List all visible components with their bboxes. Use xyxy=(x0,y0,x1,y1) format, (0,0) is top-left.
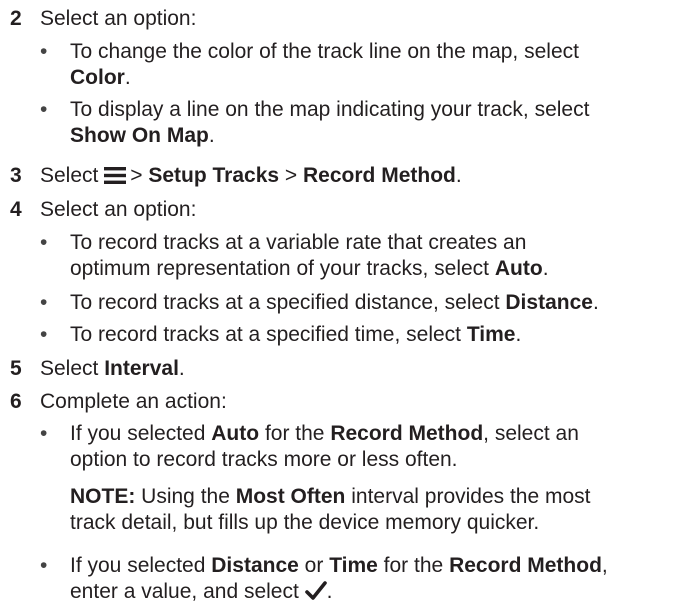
bullet-show-on-map: • To display a line on the map indicatin… xyxy=(40,97,685,149)
bullet-dot: • xyxy=(40,98,48,121)
bullet-line: To record tracks at a specified distance… xyxy=(70,291,500,314)
step-number: 2 xyxy=(10,7,22,30)
step-number: 6 xyxy=(10,390,22,413)
note-text: interval provides the most xyxy=(351,485,591,508)
bullet-dot: • xyxy=(40,422,48,445)
bold-term: Distance xyxy=(211,554,299,577)
bullet-distance: • To record tracks at a specified distan… xyxy=(40,290,685,316)
bold-term: Show On Map xyxy=(70,124,209,147)
bold-term: Record Method xyxy=(330,422,484,445)
punct: . xyxy=(542,257,549,280)
menu-icon xyxy=(104,167,127,184)
bullet-line: To display a line on the map indicating … xyxy=(70,98,590,121)
bold-term: Distance xyxy=(505,291,593,314)
punct: . xyxy=(208,124,215,147)
bold-term: Record Method xyxy=(449,554,602,577)
bullet-line: To record tracks at a variable rate that… xyxy=(70,231,527,254)
bullet-text: If you selected xyxy=(70,554,206,577)
step-text: Select an option: xyxy=(40,7,197,30)
bullet-text: If you selected xyxy=(70,422,206,445)
bold-term: Time xyxy=(329,554,378,577)
bold-term: Auto xyxy=(494,257,543,280)
bold-term: Color xyxy=(70,66,125,89)
bullet-text: or xyxy=(304,554,324,577)
bullet-dot: • xyxy=(40,40,48,63)
bullet-line: To change the color of the track line on… xyxy=(70,40,579,63)
bullet-dot: • xyxy=(40,291,48,314)
step-number: 4 xyxy=(10,198,22,221)
bullet-color: • To change the color of the track line … xyxy=(40,39,685,91)
checkmark-icon xyxy=(304,581,327,600)
punct: . xyxy=(455,164,462,187)
step-text: Complete an action: xyxy=(40,390,227,413)
separator: > xyxy=(130,164,143,187)
bullet-dot: • xyxy=(40,231,48,254)
bold-term: Setup Tracks xyxy=(148,164,280,187)
bullet-line: option to record tracks more or less oft… xyxy=(70,448,458,471)
bullet-time: • To record tracks at a specified time, … xyxy=(40,322,685,348)
step-text: Select xyxy=(40,164,99,187)
bullet-line: optimum representation of your tracks, s… xyxy=(70,257,490,280)
bullet-dot: • xyxy=(40,554,48,577)
bold-term: Time xyxy=(466,323,516,346)
bullet-auto: • To record tracks at a variable rate th… xyxy=(40,230,685,282)
step-3: 3 Select > Setup Tracks > Record Method. xyxy=(10,163,462,189)
separator: > xyxy=(284,164,298,187)
note-label: NOTE: xyxy=(70,485,136,508)
note-block: NOTE: Using the Most Often interval prov… xyxy=(70,484,685,536)
step-5: 5 Select Interval. xyxy=(10,356,185,382)
note-text: Using the xyxy=(141,485,230,508)
step-text: Select an option: xyxy=(40,198,197,221)
bold-term: Most Often xyxy=(235,485,346,508)
punct: . xyxy=(592,291,599,314)
step-number: 5 xyxy=(10,357,22,380)
step-2: 2 Select an option: xyxy=(10,6,196,32)
bullet-text: , xyxy=(601,554,608,577)
bullet-text: for the xyxy=(383,554,444,577)
bullet-line: To record tracks at a specified time, se… xyxy=(70,323,461,346)
bold-term: Auto xyxy=(211,422,260,445)
bullet-dot: • xyxy=(40,323,48,346)
step-number: 3 xyxy=(10,164,22,187)
note-line: track detail, but fills up the device me… xyxy=(70,511,540,534)
step-4: 4 Select an option: xyxy=(10,197,196,223)
bullet-selected-distance: • If you selected Distance or Time for t… xyxy=(40,553,685,605)
step-text: Select xyxy=(40,357,99,380)
bullet-selected-auto: • If you selected Auto for the Record Me… xyxy=(40,421,685,473)
punct: . xyxy=(326,580,333,603)
bold-term: Interval xyxy=(104,357,179,380)
punct: . xyxy=(515,323,522,346)
bullet-text: enter a value, and select xyxy=(70,580,299,603)
bullet-text: for the xyxy=(264,422,325,445)
punct: . xyxy=(124,66,131,89)
bullet-text: , select an xyxy=(483,422,579,445)
punct: . xyxy=(178,357,185,380)
bold-term: Record Method xyxy=(303,164,456,187)
step-6: 6 Complete an action: xyxy=(10,389,227,415)
